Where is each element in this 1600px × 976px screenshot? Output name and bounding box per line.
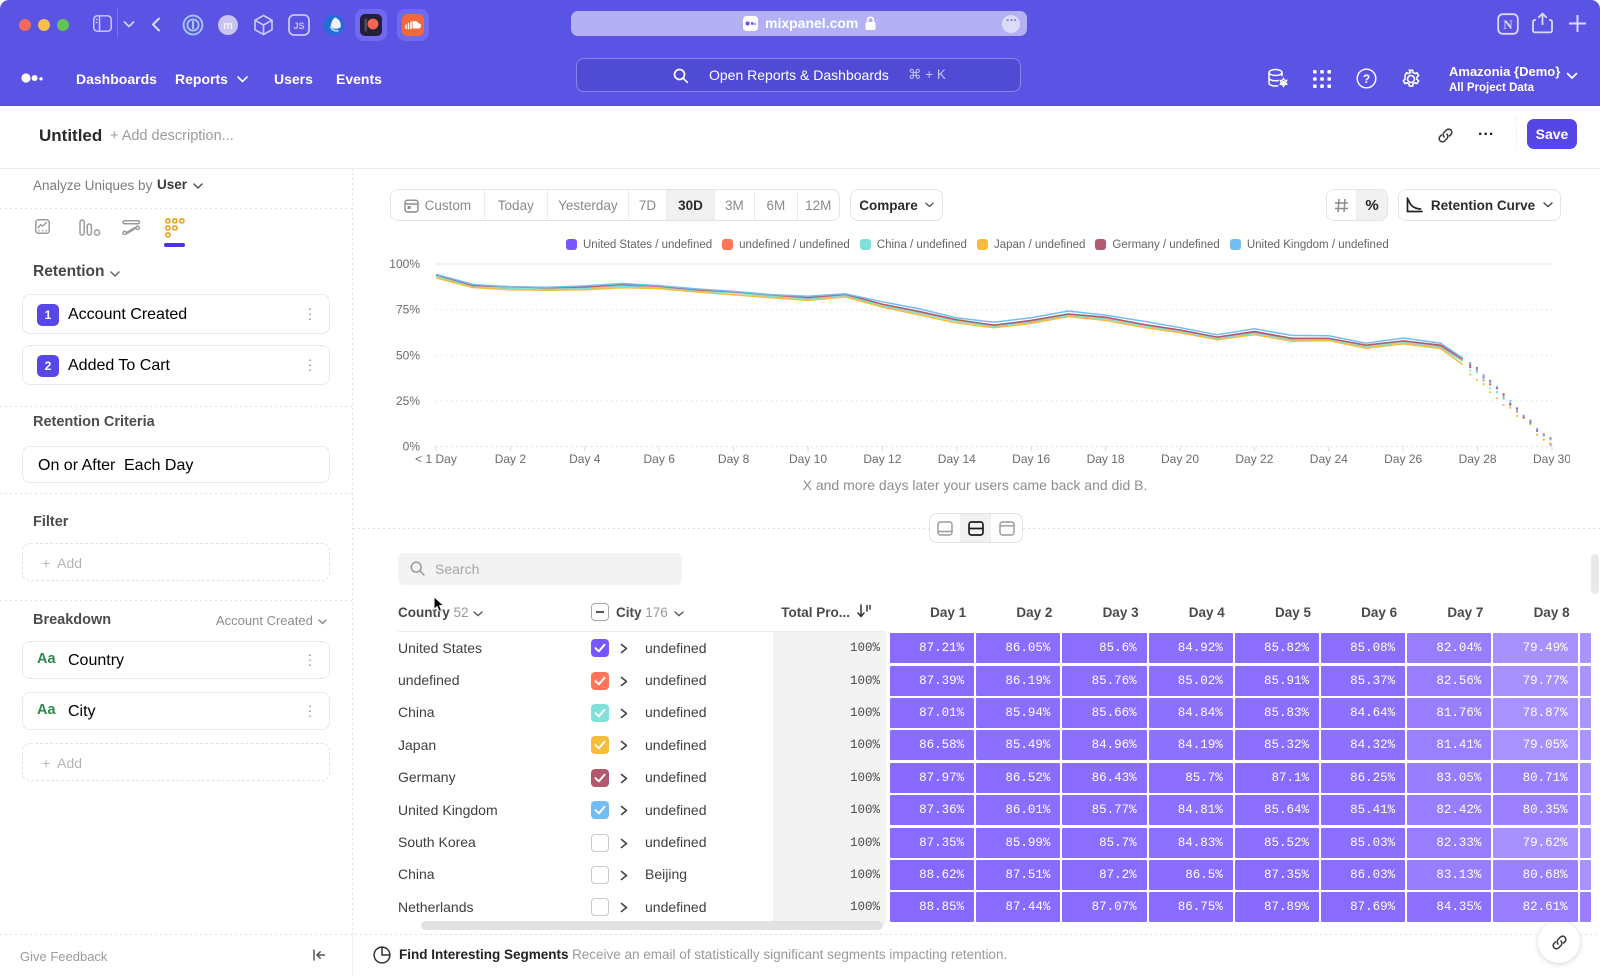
svg-text:Day 14: Day 14 bbox=[938, 452, 976, 466]
svg-text:Day 22: Day 22 bbox=[1235, 452, 1273, 466]
svg-text:Day 6: Day 6 bbox=[644, 452, 676, 466]
svg-text:Day 20: Day 20 bbox=[1161, 452, 1199, 466]
svg-text:Day 26: Day 26 bbox=[1384, 452, 1422, 466]
svg-text:m: m bbox=[223, 20, 233, 32]
svg-text:Day 24: Day 24 bbox=[1310, 452, 1348, 466]
svg-text:Day 18: Day 18 bbox=[1087, 452, 1125, 466]
svg-text:Day 10: Day 10 bbox=[789, 452, 827, 466]
svg-text:Day 30: Day 30 bbox=[1533, 452, 1570, 466]
svg-text:50%: 50% bbox=[396, 348, 420, 362]
svg-text:100%: 100% bbox=[389, 257, 420, 271]
svg-text:?: ? bbox=[1363, 72, 1370, 86]
svg-text:< 1 Day: < 1 Day bbox=[415, 452, 457, 466]
svg-text:JS: JS bbox=[293, 21, 304, 31]
svg-text:Day 12: Day 12 bbox=[863, 452, 901, 466]
svg-text:Day 28: Day 28 bbox=[1459, 452, 1497, 466]
svg-text:Day 8: Day 8 bbox=[718, 452, 750, 466]
svg-text:Day 4: Day 4 bbox=[569, 452, 601, 466]
svg-text:75%: 75% bbox=[396, 303, 420, 317]
svg-text:N: N bbox=[1503, 17, 1513, 32]
svg-text:Day 2: Day 2 bbox=[495, 452, 527, 466]
svg-text:25%: 25% bbox=[396, 394, 420, 408]
svg-text:Day 16: Day 16 bbox=[1012, 452, 1050, 466]
